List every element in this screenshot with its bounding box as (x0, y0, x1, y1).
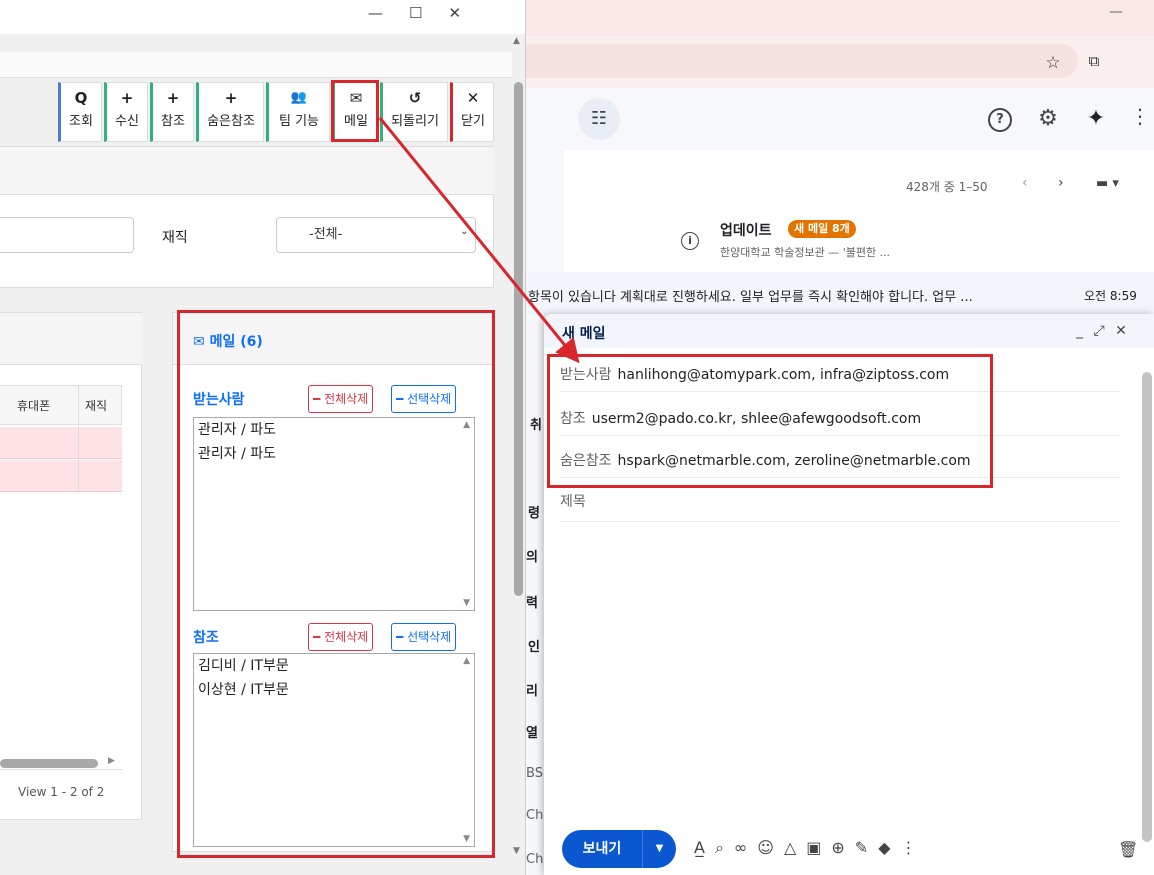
grid-header (0, 313, 142, 365)
app-header-bar (0, 52, 512, 78)
add-recipient-button[interactable]: + 수신 (104, 82, 148, 142)
trash-icon[interactable]: 🗑 (1118, 840, 1138, 859)
behind-text: 리 (526, 684, 538, 699)
compose-title: 새 메일 (562, 326, 606, 342)
user-grid-panel: 휴대폰 재직 ▶ View 1 - 2 of 2 (0, 312, 142, 820)
format-text-icon[interactable]: A̲ (694, 838, 715, 857)
scroll-right-icon[interactable]: ▶ (108, 756, 115, 766)
gear-icon[interactable]: ⚙ (1034, 106, 1062, 134)
behind-text: 열 (526, 726, 538, 741)
emoji-icon[interactable]: ☺ (757, 838, 784, 857)
addon-icon[interactable]: ◆ (878, 838, 900, 857)
minimize-icon[interactable]: — (1101, 4, 1131, 26)
drive-icon[interactable]: △ (784, 838, 806, 857)
bookmark-star-icon[interactable]: ☆ (1042, 53, 1064, 75)
column-employment[interactable]: 재직 (85, 397, 107, 414)
team-button[interactable]: 👥 팀 기능 (266, 82, 330, 142)
close-icon[interactable]: ✕ (448, 4, 487, 22)
send-options-icon[interactable]: ▼ (642, 830, 676, 868)
behind-text: 력 (526, 596, 538, 611)
address-bar[interactable] (526, 44, 1078, 78)
update-category-title[interactable]: 업데이트 (720, 220, 772, 240)
compose-scrollbar[interactable] (1142, 372, 1152, 842)
close-button[interactable]: ✕ 닫기 (450, 82, 494, 142)
behind-text: Ch (526, 808, 544, 823)
undo-icon: ↺ (408, 89, 422, 107)
apps-grid-icon[interactable]: ⋮⋮⋮ (1130, 104, 1154, 132)
email-row-snippet: 항목이 있습니다 계획대로 진행하세요. 일부 업무를 즉시 확인해야 합니다.… (528, 290, 973, 305)
column-divider (78, 385, 79, 493)
compose-toolbar[interactable]: A̲⌕∞☺△▣⊕✎◆⋮ (694, 838, 927, 858)
minimize-icon[interactable]: — (368, 4, 409, 22)
extension-icon[interactable]: ⧉ (1082, 52, 1106, 76)
behind-text: 의 (526, 550, 538, 565)
undo-button[interactable]: ↺ 되돌리기 (380, 82, 448, 142)
grid-horizontal-scrollbar[interactable] (0, 759, 98, 768)
search-panel: 재직 -전체- ⌄ (0, 146, 494, 288)
behind-text: 취 (530, 418, 542, 433)
column-phone[interactable]: 휴대폰 (17, 397, 50, 414)
photo-icon[interactable]: ▣ (806, 838, 831, 857)
scroll-down-icon[interactable]: ▼ (513, 846, 520, 856)
table-row[interactable] (0, 460, 122, 492)
search-panel-header (0, 147, 494, 195)
plus-icon: + (224, 89, 238, 107)
subject-input[interactable]: 제목 (560, 482, 1120, 522)
compose-header[interactable] (544, 314, 1154, 348)
update-snippet: 한양대학교 학술정보관 — '불편한 ... (720, 246, 891, 259)
close-icon: ✕ (466, 89, 480, 107)
add-cc-button[interactable]: + 참조 (150, 82, 194, 142)
grid-view-count: View 1 - 2 of 2 (18, 785, 105, 799)
search-button[interactable]: Q 조회 (58, 82, 102, 142)
highlight-compose-recipients (547, 354, 993, 488)
attach-icon[interactable]: ⌕ (715, 838, 734, 857)
link-icon[interactable]: ∞ (734, 838, 757, 857)
pen-icon[interactable]: ✎ (855, 838, 878, 857)
add-bcc-button[interactable]: + 숨은참조 (196, 82, 264, 142)
window-scrollbar-thumb[interactable] (514, 82, 523, 596)
window-controls[interactable]: —☐✕ (368, 4, 518, 22)
highlight-mail-panel (177, 310, 495, 858)
scroll-up-icon[interactable]: ▲ (513, 36, 520, 46)
maximize-icon[interactable]: ☐ (409, 4, 448, 22)
chevron-down-icon: ⌄ (460, 226, 469, 237)
keyboard-icon[interactable]: ▬ ▾ (1096, 176, 1119, 191)
team-icon: 👥 (290, 90, 308, 105)
behind-text: BS (526, 766, 543, 781)
employment-filter-label: 재직 (162, 230, 188, 246)
browser-title-bar (526, 0, 1154, 36)
prev-page-icon[interactable]: ‹ (1022, 175, 1028, 191)
search-icon: Q (74, 89, 88, 107)
more-options-icon[interactable]: ⋮ (901, 838, 927, 857)
gemini-icon[interactable]: ✦ (1082, 106, 1110, 134)
tune-icon[interactable]: ☷ (578, 98, 620, 140)
help-icon[interactable]: ? (988, 108, 1012, 132)
behind-text: 인 (528, 640, 540, 655)
highlight-mail-button (331, 80, 379, 142)
table-row[interactable] (0, 427, 122, 459)
send-button[interactable]: 보내기 (562, 830, 642, 868)
plus-icon: + (166, 89, 180, 107)
compose-window-controls[interactable]: _ ⤢ ✕ (1076, 323, 1130, 339)
pagination-count: 428개 중 1–50 (906, 180, 988, 194)
info-icon: i (681, 232, 699, 250)
search-input[interactable] (0, 217, 134, 253)
lock-icon[interactable]: ⊕ (831, 838, 854, 857)
plus-icon: + (120, 89, 134, 107)
email-row-time: 오전 8:59 (1084, 289, 1137, 303)
new-mail-badge: 새 메일 8개 (788, 220, 856, 238)
employment-filter-select[interactable]: -전체- (276, 217, 476, 253)
next-page-icon[interactable]: › (1058, 175, 1064, 191)
